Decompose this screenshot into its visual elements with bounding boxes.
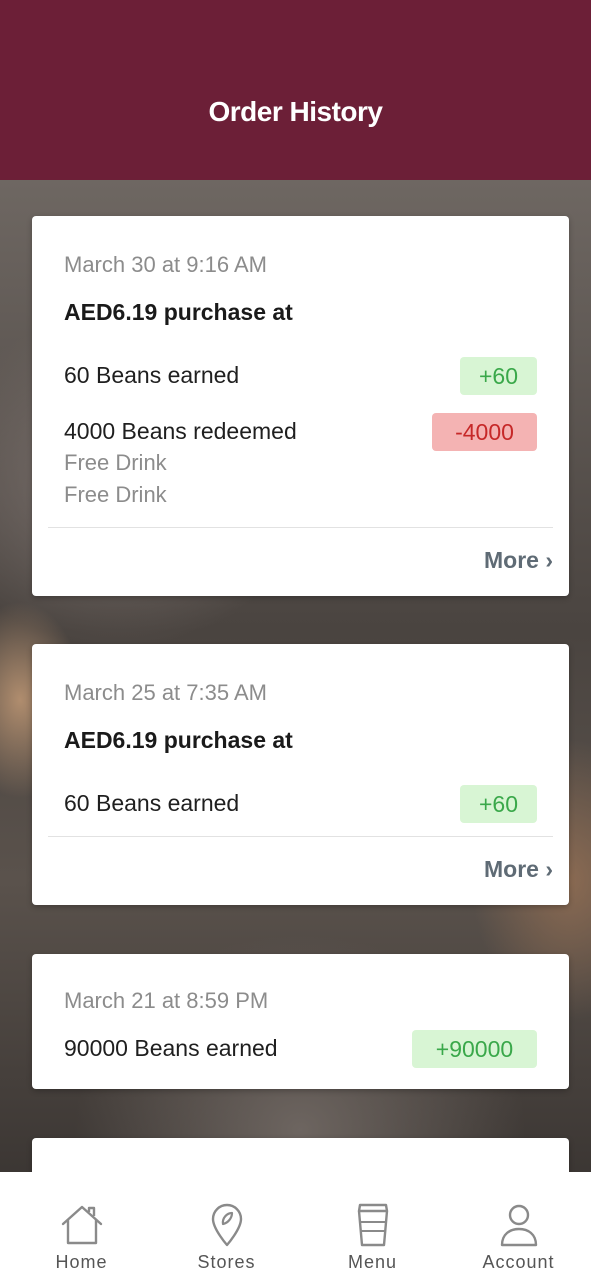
tab-menu[interactable]: Menu [299, 1172, 446, 1280]
beans-redeemed-badge: -4000 [432, 413, 537, 451]
redeemed-item: Free Drink [64, 482, 167, 507]
more-link[interactable]: More › [484, 547, 553, 574]
beans-redeemed-text: 4000 Beans redeemed [64, 418, 297, 444]
card-divider [48, 836, 553, 837]
beans-earned-text: 90000 Beans earned [64, 1035, 278, 1061]
tab-label: Stores [197, 1252, 256, 1272]
order-date: March 30 at 9:16 AM [64, 252, 267, 277]
purchase-summary: AED6.19 purchase at [64, 727, 293, 753]
beans-earned-badge: +60 [460, 357, 537, 395]
beans-earned-text: 60 Beans earned [64, 362, 240, 388]
page-title: Order History [208, 96, 384, 127]
tab-label: Account [482, 1252, 555, 1272]
bottom-tab-bar: Home Stores Menu Account [0, 1172, 591, 1280]
location-pin-icon [211, 1203, 242, 1247]
beans-earned-text: 60 Beans earned [64, 790, 240, 816]
redeemed-item: Free Drink [64, 450, 167, 475]
app-header: Order History [0, 0, 591, 180]
purchase-summary: AED6.19 purchase at [64, 299, 293, 325]
tab-account[interactable]: Account [445, 1172, 591, 1280]
order-card[interactable]: March 21 at 8:59 PM 90000 Beans earned +… [32, 954, 569, 1089]
person-icon [500, 1204, 537, 1247]
order-date: March 25 at 7:35 AM [64, 680, 267, 705]
card-divider [48, 527, 553, 528]
tab-label: Home [55, 1252, 108, 1272]
order-card[interactable]: March 25 at 7:35 AM AED6.19 purchase at … [32, 644, 569, 905]
beans-earned-badge: +90000 [412, 1030, 537, 1068]
tab-label: Menu [347, 1252, 398, 1272]
more-link[interactable]: More › [484, 856, 553, 883]
cup-icon [357, 1203, 388, 1247]
tab-home[interactable]: Home [8, 1172, 155, 1280]
tab-stores[interactable]: Stores [153, 1172, 300, 1280]
beans-earned-badge: +60 [460, 785, 537, 823]
order-date: March 21 at 8:59 PM [64, 988, 269, 1013]
home-icon [61, 1205, 102, 1245]
order-card[interactable]: March 30 at 9:16 AM AED6.19 purchase at … [32, 216, 569, 596]
